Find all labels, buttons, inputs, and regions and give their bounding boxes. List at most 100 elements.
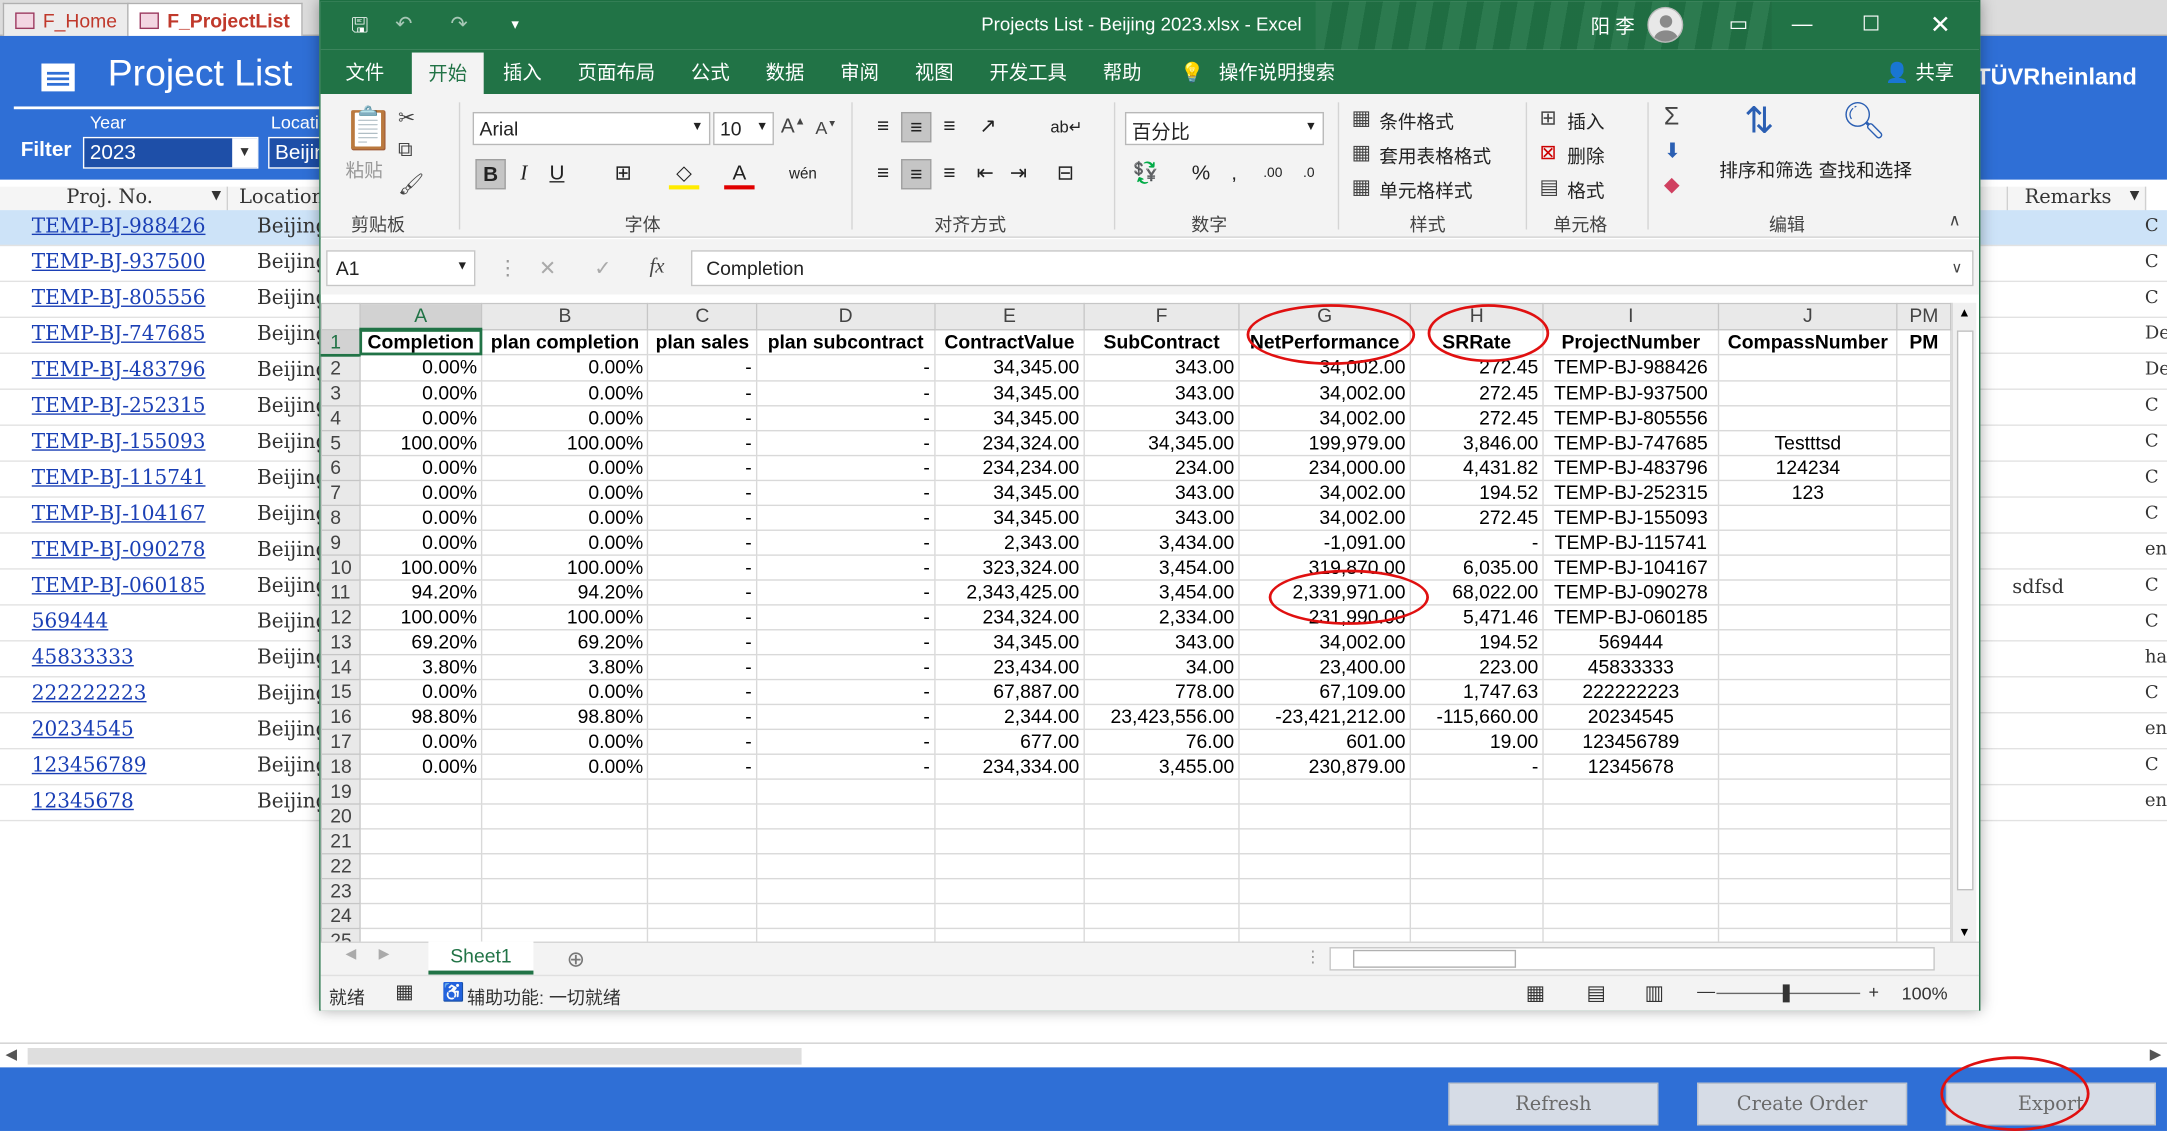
column-header[interactable]: D bbox=[755, 302, 936, 330]
column-header[interactable]: B bbox=[481, 302, 649, 330]
cell[interactable]: 34,002.00 bbox=[1238, 379, 1411, 406]
cell[interactable] bbox=[1083, 827, 1240, 854]
tab-insert[interactable]: 插入 bbox=[498, 50, 548, 94]
project-number-link[interactable]: TEMP-BJ-937500 bbox=[32, 252, 206, 274]
cell[interactable]: 2,343,425.00 bbox=[934, 578, 1085, 605]
underline-icon[interactable]: U bbox=[542, 159, 572, 189]
row-header[interactable]: 10 bbox=[320, 553, 361, 581]
cell[interactable] bbox=[1409, 802, 1544, 829]
cell[interactable] bbox=[647, 777, 758, 804]
cell[interactable] bbox=[1542, 852, 1720, 879]
cell[interactable] bbox=[1717, 353, 1898, 381]
cell[interactable]: 343.00 bbox=[1083, 628, 1240, 655]
row-header[interactable]: 14 bbox=[320, 653, 361, 680]
project-number-link[interactable]: 123456789 bbox=[32, 755, 147, 777]
cell[interactable] bbox=[1896, 653, 1952, 680]
cell[interactable]: 0.00% bbox=[358, 503, 483, 531]
cell[interactable]: 5,471.46 bbox=[1409, 603, 1544, 630]
cell[interactable]: 76.00 bbox=[1083, 727, 1240, 755]
cell[interactable]: - bbox=[647, 454, 758, 481]
cell[interactable]: plan sales bbox=[647, 328, 758, 356]
cell[interactable] bbox=[1717, 503, 1898, 531]
cell[interactable]: -1,091.00 bbox=[1238, 528, 1411, 556]
row-header[interactable]: 4 bbox=[320, 404, 361, 431]
align-left-icon[interactable]: ≡ bbox=[868, 159, 898, 189]
cell[interactable]: 222222223 bbox=[1542, 678, 1720, 705]
cell[interactable]: SubContract bbox=[1083, 328, 1240, 356]
cell[interactable]: - bbox=[647, 628, 758, 655]
row-header[interactable]: 15 bbox=[320, 678, 361, 705]
cell[interactable] bbox=[481, 777, 649, 804]
chevron-left-icon[interactable]: ◀ bbox=[6, 1045, 18, 1064]
fill-color-icon[interactable]: ◇ bbox=[668, 159, 700, 190]
cell[interactable]: 194.52 bbox=[1409, 479, 1544, 506]
cell[interactable]: 100.00% bbox=[481, 429, 649, 456]
tell-me-search[interactable]: 操作说明搜索 bbox=[1213, 50, 1340, 94]
cell[interactable]: 234,334.00 bbox=[934, 752, 1085, 780]
cell[interactable] bbox=[481, 852, 649, 879]
save-icon[interactable]: 🖫 bbox=[351, 11, 369, 46]
cell[interactable]: TEMP-BJ-805556 bbox=[1542, 404, 1720, 431]
cell[interactable] bbox=[1896, 777, 1952, 804]
cell[interactable] bbox=[1896, 727, 1952, 755]
cell[interactable]: 0.00% bbox=[481, 379, 649, 406]
cell[interactable]: 3,454.00 bbox=[1083, 578, 1240, 605]
row-header[interactable]: 17 bbox=[320, 727, 361, 755]
cell[interactable]: 343.00 bbox=[1083, 379, 1240, 406]
cell[interactable]: 272.45 bbox=[1409, 379, 1544, 406]
cell[interactable] bbox=[1083, 902, 1240, 929]
format-cells-button[interactable]: 格式 bbox=[1567, 176, 1604, 204]
chevron-left-icon[interactable]: ◀ bbox=[346, 947, 357, 962]
cell[interactable]: 601.00 bbox=[1238, 727, 1411, 755]
cell[interactable]: - bbox=[755, 429, 936, 456]
cell[interactable]: - bbox=[647, 353, 758, 381]
cell[interactable] bbox=[1717, 877, 1898, 904]
cell[interactable]: 0.00% bbox=[358, 379, 483, 406]
cell[interactable] bbox=[934, 927, 1085, 942]
cell[interactable]: PM bbox=[1896, 328, 1952, 356]
sort-filter-button[interactable]: 排序和筛选 bbox=[1719, 155, 1812, 183]
cell[interactable] bbox=[934, 827, 1085, 854]
cell[interactable] bbox=[755, 902, 936, 929]
cell[interactable]: 34,345.00 bbox=[934, 379, 1085, 406]
chevron-right-icon[interactable]: ▶ bbox=[2150, 1045, 2162, 1064]
cell[interactable]: 0.00% bbox=[358, 528, 483, 556]
cell[interactable] bbox=[481, 902, 649, 929]
cell[interactable]: -115,660.00 bbox=[1409, 703, 1544, 730]
cell[interactable]: plan completion bbox=[481, 328, 649, 356]
font-name-select[interactable]: Arial ▼ bbox=[472, 111, 711, 146]
cell[interactable]: Completion bbox=[358, 328, 483, 356]
cell[interactable] bbox=[1238, 802, 1411, 829]
cell[interactable]: - bbox=[647, 752, 758, 780]
cell[interactable]: 0.00% bbox=[481, 353, 649, 381]
tab-view[interactable]: 视图 bbox=[909, 50, 959, 94]
cell[interactable]: - bbox=[755, 578, 936, 605]
cell[interactable] bbox=[1717, 802, 1898, 829]
cell[interactable] bbox=[934, 877, 1085, 904]
format-as-table-button[interactable]: 套用表格格式 bbox=[1379, 141, 1491, 169]
cell[interactable] bbox=[1238, 902, 1411, 929]
format-painter-icon[interactable]: 🖌 bbox=[398, 171, 424, 197]
cell[interactable]: 69.20% bbox=[358, 628, 483, 655]
cell[interactable]: 569444 bbox=[1542, 628, 1720, 655]
cell[interactable] bbox=[1896, 578, 1952, 605]
cell[interactable] bbox=[647, 902, 758, 929]
cell[interactable] bbox=[1542, 927, 1720, 942]
select-all-corner[interactable] bbox=[320, 302, 361, 330]
decrease-indent-icon[interactable]: ⇤ bbox=[970, 159, 1000, 189]
delete-cells-button[interactable]: 删除 bbox=[1567, 141, 1604, 169]
cell[interactable]: - bbox=[647, 503, 758, 531]
cell[interactable]: 343.00 bbox=[1083, 404, 1240, 431]
autosum-icon[interactable]: Σ bbox=[1664, 102, 1679, 131]
cell-styles-icon[interactable]: ▦ bbox=[1352, 174, 1372, 200]
cell[interactable]: - bbox=[755, 379, 936, 406]
cell[interactable]: TEMP-BJ-090278 bbox=[1542, 578, 1720, 605]
cell[interactable]: TEMP-BJ-155093 bbox=[1542, 503, 1720, 531]
row-header[interactable]: 11 bbox=[320, 578, 361, 605]
cell[interactable]: 0.00% bbox=[358, 752, 483, 780]
collapse-ribbon-icon[interactable]: ∧ bbox=[1949, 210, 1961, 229]
cell[interactable]: - bbox=[755, 454, 936, 481]
column-header[interactable]: J bbox=[1717, 302, 1898, 330]
column-header[interactable]: E bbox=[934, 302, 1085, 330]
close-icon[interactable]: ✕ bbox=[1913, 4, 1968, 45]
